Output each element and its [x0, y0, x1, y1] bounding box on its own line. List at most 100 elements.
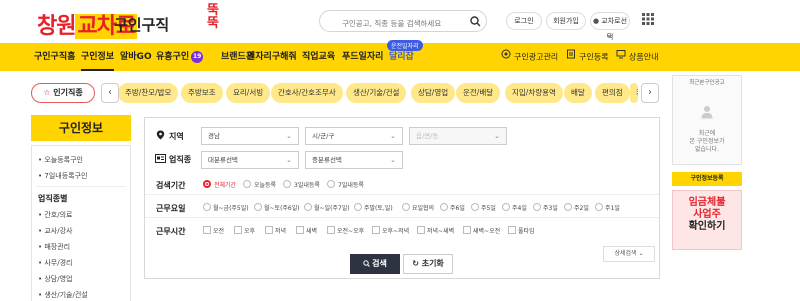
- region-label: 지역: [169, 132, 184, 141]
- chip-nurse[interactable]: 간호사/간호조무사: [271, 83, 343, 103]
- nav-item-entertainment[interactable]: 유흥구인 19: [156, 43, 204, 71]
- chip-convenience[interactable]: 편의점: [595, 83, 630, 103]
- nav-register[interactable]: 구인등록: [566, 43, 608, 71]
- hour-check-morning[interactable]: [203, 226, 211, 234]
- search-input[interactable]: [342, 13, 480, 34]
- day-radio-weekend[interactable]: [354, 203, 362, 211]
- hour-check-evening[interactable]: [265, 226, 273, 234]
- hour-option-fulltime: 풀타임: [518, 228, 535, 235]
- sidebar-divider: [36, 186, 126, 187]
- day-radio-5days[interactable]: [471, 203, 479, 211]
- nav-ad-manage-label: 구인광고관리: [514, 52, 559, 62]
- sidebar-section-head: 업직종별: [38, 194, 68, 203]
- nav-item-job-info[interactable]: 구인정보: [81, 43, 115, 71]
- reset-button[interactable]: ↻ 초기화: [403, 254, 453, 274]
- day-option-mon-sat: 월~토(주6일): [264, 205, 300, 212]
- region-select-province[interactable]: 경남 ⌄: [201, 127, 299, 145]
- hour-check-afternoon[interactable]: [234, 226, 242, 234]
- signup-button[interactable]: 회원가입: [546, 12, 586, 30]
- sidebar-item-teacher[interactable]: • 교사/강사: [38, 226, 72, 236]
- chip-cafe[interactable]: 카페: [630, 83, 638, 103]
- day-radio-negotiable[interactable]: [402, 203, 410, 211]
- search-box[interactable]: [319, 10, 487, 34]
- day-radio-3days[interactable]: [533, 203, 541, 211]
- hour-option-dawn: 새벽: [306, 228, 318, 235]
- period-radio-all[interactable]: [203, 180, 211, 188]
- day-option-1day: 주1일: [605, 205, 620, 212]
- chip-consulting[interactable]: 상담/영업: [411, 83, 456, 103]
- chips-next-arrow[interactable]: ›: [641, 83, 659, 103]
- hour-check-morning-afternoon[interactable]: [327, 226, 335, 234]
- hour-check-dawn[interactable]: [296, 226, 304, 234]
- hot-jobs-button[interactable]: ☆ 인기직종: [31, 83, 95, 103]
- chip-delivery[interactable]: 배달: [564, 83, 592, 103]
- nav-ad-manage[interactable]: 구인광고관리: [501, 43, 558, 71]
- site-select-button[interactable]: ● 교차로선택: [590, 12, 630, 41]
- hour-option-dawn-morning: 새벽~오전: [473, 228, 501, 235]
- region-select-town[interactable]: 읍/면/동 ⌄: [409, 127, 507, 145]
- day-radio-mon-sun[interactable]: [304, 203, 312, 211]
- day-radio-4days[interactable]: [502, 203, 510, 211]
- sidebar-item-medical[interactable]: • 간호/의료: [38, 210, 72, 220]
- wage-banner-line3: 확인하기: [688, 221, 726, 232]
- search-button-label: 검색: [372, 259, 387, 268]
- chips-prev-arrow[interactable]: ‹: [101, 83, 119, 103]
- hour-check-afternoon-evening[interactable]: [372, 226, 380, 234]
- nav-item-find-job[interactable]: 일자리구해줘: [247, 43, 297, 71]
- chip-production[interactable]: 생산/기술/건설: [346, 83, 407, 103]
- nav-item-dallijob[interactable]: 달리잡: [389, 43, 414, 71]
- day-option-mon-fri: 월~금(주5일): [213, 205, 249, 212]
- region-select-town-value: 읍/면/동: [416, 132, 439, 140]
- chip-kitchen-helper[interactable]: 주방보조: [181, 83, 223, 103]
- job-select-major[interactable]: 대분류선택 ⌄: [201, 151, 299, 169]
- day-radio-mon-fri[interactable]: [203, 203, 211, 211]
- chevron-down-icon: ⌄: [390, 132, 396, 140]
- hour-check-evening-dawn[interactable]: [417, 226, 425, 234]
- sidebar-item-store[interactable]: • 매장관리: [38, 242, 70, 252]
- day-option-4days: 주4일: [512, 205, 527, 212]
- period-radio-3days[interactable]: [283, 180, 291, 188]
- star-icon: ☆: [43, 88, 51, 97]
- search-icon[interactable]: [470, 16, 481, 27]
- register-job-button[interactable]: 구인정보등록: [672, 172, 742, 186]
- chevron-down-icon: ⌄: [286, 132, 292, 140]
- nav-products[interactable]: 상품안내: [616, 43, 658, 71]
- hot-jobs-label: 인기직종: [53, 88, 83, 97]
- chip-kitchen[interactable]: 주방/찬모/밥모: [118, 83, 179, 103]
- sidebar-item-production[interactable]: • 생산/기술/건설: [38, 290, 88, 300]
- day-radio-6days[interactable]: [440, 203, 448, 211]
- nav-item-food-jobs[interactable]: 푸드일자리: [342, 43, 383, 71]
- search-button[interactable]: 검색: [350, 254, 400, 274]
- grid-menu-icon[interactable]: [641, 12, 655, 26]
- sidebar-item-today[interactable]: • 오늘등록구인: [38, 155, 83, 165]
- day-radio-mon-sat[interactable]: [254, 203, 262, 211]
- recent-jobs-title: 최근본구인공고: [689, 80, 725, 86]
- period-radio-7days[interactable]: [327, 180, 335, 188]
- nav-item-education[interactable]: 직업교육: [302, 43, 335, 71]
- nav-item-albago[interactable]: 알바GO: [120, 43, 152, 71]
- chip-cook-serving[interactable]: 요리/서빙: [226, 83, 271, 103]
- detail-search-button[interactable]: 상세검색 ⌄: [603, 246, 655, 262]
- sidebar-item-office[interactable]: • 사무/경리: [38, 258, 72, 268]
- period-option-today: 오늘등록: [254, 182, 277, 189]
- job-select-major-value: 대분류선택: [208, 156, 238, 164]
- hour-option-afternoon: 오후: [244, 228, 256, 235]
- period-radio-today[interactable]: [243, 180, 251, 188]
- chip-vehicle[interactable]: 지입/차량용역: [505, 83, 563, 103]
- chip-driving[interactable]: 운전/배달: [456, 83, 501, 103]
- job-select-minor-value: 중분류선택: [312, 156, 342, 164]
- hour-check-dawn-morning[interactable]: [463, 226, 471, 234]
- hour-check-fulltime[interactable]: [508, 226, 516, 234]
- job-select-minor[interactable]: 중분류선택 ⌄: [305, 151, 403, 169]
- nav-item-entertainment-label: 유흥구인: [156, 52, 190, 62]
- region-select-city[interactable]: 시/군/구 ⌄: [305, 127, 403, 145]
- sidebar-item-sales[interactable]: • 상담/영업: [38, 274, 72, 284]
- nav-item-home[interactable]: 구인구직홈: [34, 43, 75, 71]
- region-select-city-value: 시/군/구: [312, 132, 335, 140]
- login-button[interactable]: 로그인: [506, 12, 542, 30]
- hour-option-evening: 저녁: [275, 228, 287, 235]
- day-radio-2days[interactable]: [564, 203, 572, 211]
- sidebar-item-week[interactable]: • 7일내등록구인: [38, 171, 87, 181]
- chevron-down-icon: ⌄: [286, 156, 292, 164]
- day-radio-1day[interactable]: [595, 203, 603, 211]
